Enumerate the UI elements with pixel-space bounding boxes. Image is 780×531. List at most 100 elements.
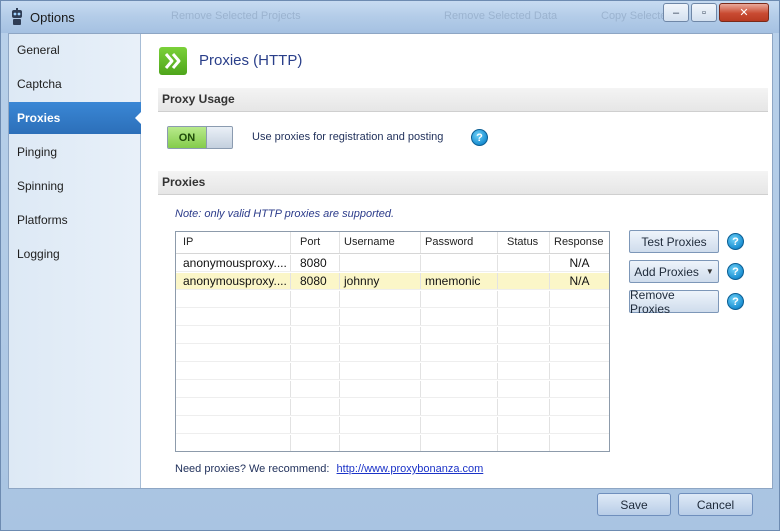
- table-row[interactable]: anonymousproxy.... 8080 N/A: [176, 255, 609, 272]
- proxy-recommendation: Need proxies? We recommend: http://www.p…: [175, 463, 483, 475]
- help-icon[interactable]: ?: [471, 129, 488, 146]
- empty-cell: [176, 291, 291, 307]
- minimize-button[interactable]: ‒: [663, 3, 689, 22]
- table-row-empty: [176, 417, 609, 434]
- column-header-ip[interactable]: IP: [176, 232, 291, 253]
- section-header-proxies: Proxies: [158, 171, 768, 195]
- sidebar-item-proxies[interactable]: Proxies: [9, 102, 142, 134]
- help-icon[interactable]: ?: [727, 293, 744, 310]
- sidebar-item-platforms[interactable]: Platforms: [9, 204, 141, 236]
- column-header-status[interactable]: Status: [498, 232, 550, 253]
- empty-cell: [498, 381, 550, 397]
- empty-cell: [176, 435, 291, 451]
- empty-cell: [291, 435, 340, 451]
- page-title: Proxies (HTTP): [199, 52, 303, 69]
- empty-cell: [421, 399, 498, 415]
- close-icon: ✕: [739, 7, 749, 19]
- empty-cell: [498, 327, 550, 343]
- sidebar-item-label: General: [17, 43, 60, 57]
- empty-cell: [550, 345, 609, 361]
- cell-port: 8080: [291, 273, 340, 289]
- selection-arrow-icon: [135, 111, 142, 125]
- empty-cell: [176, 309, 291, 325]
- save-button[interactable]: Save: [597, 493, 671, 516]
- sidebar-item-logging[interactable]: Logging: [9, 238, 141, 270]
- empty-cell: [550, 327, 609, 343]
- empty-cell: [340, 345, 421, 361]
- empty-cell: [340, 327, 421, 343]
- minimize-icon: ‒: [672, 6, 680, 19]
- sidebar-item-label: Pinging: [17, 145, 58, 159]
- table-row-empty: [176, 435, 609, 451]
- sidebar-item-spinning[interactable]: Spinning: [9, 170, 141, 202]
- empty-cell: [176, 363, 291, 379]
- cell-status: [498, 255, 550, 271]
- empty-cell: [421, 363, 498, 379]
- empty-cell: [550, 435, 609, 451]
- toggle-state-label: ON: [168, 127, 206, 148]
- empty-cell: [421, 435, 498, 451]
- column-header-response[interactable]: Response: [550, 232, 609, 253]
- sidebar-item-label: Logging: [17, 247, 60, 261]
- empty-cell: [291, 327, 340, 343]
- empty-cell: [498, 291, 550, 307]
- close-button[interactable]: ✕: [719, 3, 769, 22]
- column-header-username[interactable]: Username: [340, 232, 421, 253]
- add-proxies-dropdown[interactable]: Add Proxies ▼: [629, 260, 719, 283]
- empty-cell: [291, 291, 340, 307]
- help-icon[interactable]: ?: [727, 263, 744, 280]
- empty-cell: [340, 309, 421, 325]
- cell-password: mnemonic: [421, 273, 498, 289]
- empty-cell: [291, 363, 340, 379]
- proxies-panel: Proxies (HTTP) Proxy Usage ON Use proxie…: [142, 34, 772, 488]
- cancel-button[interactable]: Cancel: [678, 493, 753, 516]
- window-title: Options: [30, 10, 75, 25]
- sidebar-item-label: Platforms: [17, 213, 68, 227]
- empty-cell: [340, 291, 421, 307]
- background-toolbar-text: Remove Selected Data: [444, 10, 558, 22]
- sidebar-item-captcha[interactable]: Captcha: [9, 68, 141, 100]
- empty-cell: [498, 417, 550, 433]
- maximize-button[interactable]: ▫: [691, 3, 717, 22]
- sidebar-item-general[interactable]: General: [9, 34, 141, 66]
- app-robot-icon: [12, 8, 22, 25]
- table-row-selected[interactable]: anonymousproxy.... 8080 johnny mnemonic …: [176, 273, 609, 290]
- empty-cell: [421, 417, 498, 433]
- empty-cell: [550, 381, 609, 397]
- table-row-empty: [176, 327, 609, 344]
- double-chevron-right-icon: [159, 47, 187, 75]
- proxy-usage-toggle[interactable]: ON: [167, 126, 233, 149]
- table-row-empty: [176, 345, 609, 362]
- empty-cell: [340, 381, 421, 397]
- empty-cell: [498, 363, 550, 379]
- empty-cell: [421, 327, 498, 343]
- sidebar-item-pinging[interactable]: Pinging: [9, 136, 141, 168]
- cell-password: [421, 255, 498, 271]
- empty-cell: [550, 399, 609, 415]
- background-toolbar-text: Copy Selected: [601, 10, 673, 22]
- column-header-password[interactable]: Password: [421, 232, 498, 253]
- help-icon[interactable]: ?: [727, 233, 744, 250]
- empty-cell: [498, 345, 550, 361]
- proxies-note: Note: only valid HTTP proxies are suppor…: [175, 208, 395, 220]
- cell-username: johnny: [340, 273, 421, 289]
- remove-proxies-button[interactable]: Remove Proxies: [629, 288, 719, 316]
- empty-cell: [421, 309, 498, 325]
- cell-username: [340, 255, 421, 271]
- proxy-usage-label: Use proxies for registration and posting: [252, 131, 444, 143]
- table-row-empty: [176, 291, 609, 308]
- test-proxies-button[interactable]: Test Proxies: [629, 230, 719, 253]
- empty-cell: [176, 417, 291, 433]
- empty-cell: [550, 309, 609, 325]
- empty-cell: [176, 327, 291, 343]
- section-header-proxy-usage: Proxy Usage: [158, 88, 768, 112]
- chevron-down-icon: ▼: [705, 267, 714, 276]
- cell-response: N/A: [569, 274, 590, 288]
- table-header-row: IP Port Username Password Status Respons…: [176, 232, 609, 254]
- sidebar-item-label: Spinning: [17, 179, 64, 193]
- empty-cell: [498, 399, 550, 415]
- column-header-port[interactable]: Port: [291, 232, 340, 253]
- empty-cell: [176, 345, 291, 361]
- proxybonanza-link[interactable]: http://www.proxybonanza.com: [337, 463, 484, 475]
- recommendation-text: Need proxies? We recommend:: [175, 463, 330, 475]
